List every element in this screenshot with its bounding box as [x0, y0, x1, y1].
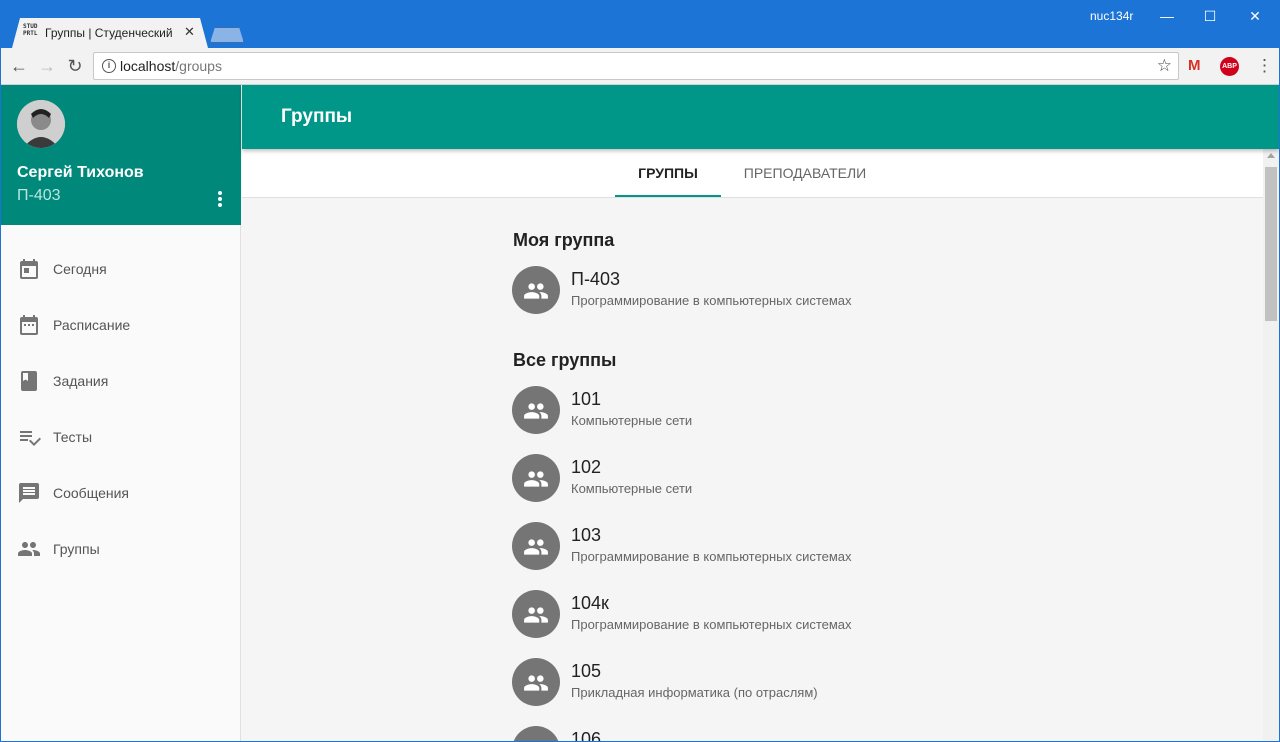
group-icon: [512, 726, 560, 741]
forward-button[interactable]: →: [35, 54, 59, 78]
user-group: П-403: [17, 187, 61, 204]
group-icon: [512, 590, 560, 638]
sidebar-item-schedule[interactable]: Расписание: [1, 297, 241, 353]
list-item[interactable]: 105 Прикладная информатика (по отраслям): [512, 658, 932, 706]
group-name: 103: [571, 525, 602, 545]
group-icon: [512, 386, 560, 434]
back-button[interactable]: ←: [7, 54, 31, 78]
group-specialty: Программирование в компьютерных системах: [571, 549, 852, 564]
sidebar-item-tasks[interactable]: Задания: [1, 353, 241, 409]
group-name: 104к: [571, 593, 609, 613]
main-area: Группы ГРУППЫ ПРЕПОДАВАТЕЛИ Моя группа П…: [242, 85, 1279, 741]
minimize-button[interactable]: —: [1152, 4, 1182, 28]
sidebar-item-label: Группы: [53, 541, 100, 557]
group-specialty: Программирование в компьютерных системах: [571, 617, 852, 632]
book-icon: [21, 371, 37, 391]
sidebar-item-label: Сегодня: [53, 261, 107, 277]
sidebar-nav: Сегодня Расписание Задания Тесты Сообщен…: [1, 241, 241, 577]
sidebar-item-label: Расписание: [53, 317, 131, 333]
info-icon[interactable]: i: [102, 59, 116, 73]
group-icon: [18, 542, 40, 556]
maximize-button[interactable]: ☐: [1195, 4, 1225, 28]
group-specialty: Компьютерные сети: [571, 481, 693, 496]
gmail-extension-icon[interactable]: M: [1188, 58, 1201, 74]
profile-header: Сергей Тихонов П-403: [1, 85, 241, 225]
calendar-today-icon: [20, 259, 38, 279]
list-item[interactable]: 102 Компьютерные сети: [512, 454, 932, 502]
list-item[interactable]: 101 Компьютерные сети: [512, 386, 932, 434]
tabs-bar: ГРУППЫ ПРЕПОДАВАТЕЛИ: [242, 149, 1263, 198]
tab-close-icon[interactable]: ✕: [184, 24, 195, 40]
scrollbar-thumb[interactable]: [1265, 167, 1277, 321]
address-bar[interactable]: i localhost/groups ☆: [93, 52, 1179, 80]
sidebar-item-label: Задания: [53, 373, 109, 389]
sidebar-item-groups[interactable]: Группы: [1, 521, 241, 577]
favicon-icon: STUD PRTL: [23, 23, 38, 37]
list-item[interactable]: 106: [512, 726, 932, 741]
group-specialty: Прикладная информатика (по отраслям): [571, 685, 818, 700]
group-icon: [512, 522, 560, 570]
app-bar: Группы: [242, 85, 1279, 149]
list-item[interactable]: 104к Программирование в компьютерных сис…: [512, 590, 932, 638]
more-vert-icon[interactable]: [211, 189, 229, 209]
group-name: П-403: [571, 269, 620, 289]
group-icon: [512, 266, 560, 314]
calendar-icon: [20, 315, 38, 335]
scrollbar[interactable]: [1263, 149, 1279, 741]
new-tab-button[interactable]: [210, 27, 244, 43]
message-icon: [19, 483, 39, 503]
tab-groups[interactable]: ГРУППЫ: [615, 149, 721, 197]
app-root: Сергей Тихонов П-403 Сегодня Расписание …: [1, 85, 1279, 741]
sidebar: Сергей Тихонов П-403 Сегодня Расписание …: [1, 85, 241, 741]
scroll-up-arrow-icon[interactable]: [1267, 153, 1275, 158]
sidebar-item-today[interactable]: Сегодня: [1, 241, 241, 297]
group-name: 102: [571, 457, 602, 477]
user-name: Сергей Тихонов: [17, 164, 144, 181]
window-titlebar: STUD PRTL Группы | Студенческий ✕ nuc134…: [0, 0, 1280, 48]
reload-button[interactable]: ↻: [63, 54, 87, 78]
tab-title: Группы | Студенческий: [45, 26, 173, 40]
tab-teachers[interactable]: ПРЕПОДАВАТЕЛИ: [737, 149, 873, 197]
my-group-heading: Моя группа: [513, 230, 615, 250]
sidebar-item-label: Сообщения: [53, 485, 129, 501]
browser-tab[interactable]: STUD PRTL Группы | Студенческий ✕: [12, 18, 208, 48]
url-text[interactable]: localhost/groups: [120, 58, 222, 74]
browser-menu-icon[interactable]: ⋮: [1256, 56, 1273, 76]
group-name: 101: [571, 389, 602, 409]
group-specialty: Компьютерные сети: [571, 413, 693, 428]
group-name: 106: [571, 729, 602, 741]
list-item[interactable]: П-403 Программирование в компьютерных си…: [512, 266, 932, 314]
group-name: 105: [571, 661, 602, 681]
group-specialty: Программирование в компьютерных системах: [571, 293, 852, 308]
sidebar-item-tests[interactable]: Тесты: [1, 409, 241, 465]
sidebar-item-label: Тесты: [53, 429, 93, 445]
bookmark-star-icon[interactable]: ☆: [1157, 56, 1172, 76]
all-groups-heading: Все группы: [513, 350, 617, 370]
page-title: Группы: [281, 106, 353, 127]
playlist-check-icon: [20, 431, 41, 446]
avatar[interactable]: [17, 100, 65, 148]
adblock-extension-icon[interactable]: ABP: [1220, 57, 1239, 76]
window-user-label: nuc134r: [1090, 9, 1134, 23]
groups-content: Моя группа П-403 Программирование в комп…: [242, 198, 1263, 741]
list-item[interactable]: 103 Программирование в компьютерных сист…: [512, 522, 932, 570]
group-icon: [512, 658, 560, 706]
close-window-button[interactable]: ✕: [1240, 4, 1270, 28]
group-icon: [512, 454, 560, 502]
browser-toolbar: ← → ↻ i localhost/groups ☆ M ABP ⋮: [1, 48, 1279, 85]
sidebar-item-messages[interactable]: Сообщения: [1, 465, 241, 521]
